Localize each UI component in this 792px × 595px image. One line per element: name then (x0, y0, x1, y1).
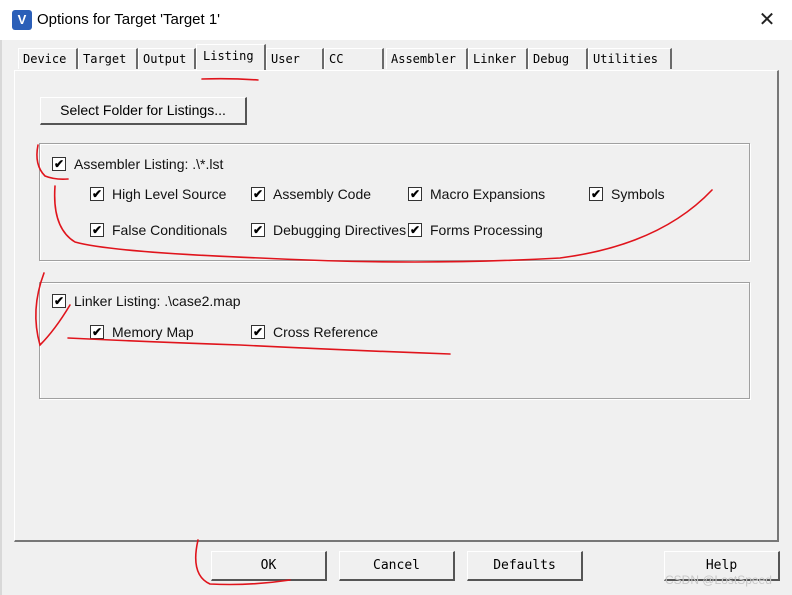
linker-listing-label: Linker Listing: .\case2.map (74, 293, 241, 309)
checkbox-check-icon: ✔ (90, 223, 104, 237)
tab-utilities[interactable]: Utilities (588, 48, 672, 69)
checkbox-check-icon: ✔ (90, 187, 104, 201)
checkbox-check-icon: ✔ (408, 223, 422, 237)
option-label: Memory Map (112, 324, 194, 340)
option-label: Debugging Directives (273, 222, 407, 238)
window-edge (0, 40, 2, 595)
high-level-source-checkbox[interactable]: ✔ High Level Source (90, 185, 226, 203)
option-label: Assembly Code (273, 186, 372, 202)
tab-user[interactable]: User (266, 48, 324, 69)
cross-reference-checkbox[interactable]: ✔ Cross Reference (251, 323, 378, 341)
option-label: Macro Expansions (430, 186, 546, 202)
option-label: False Conditionals (112, 222, 228, 238)
tab-output[interactable]: Output (138, 48, 196, 69)
checkbox-check-icon: ✔ (90, 325, 104, 339)
checkbox-check-icon: ✔ (251, 223, 265, 237)
option-label: Cross Reference (273, 324, 379, 340)
assembler-listing-label: Assembler Listing: .\*.lst (74, 156, 224, 172)
false-conditionals-checkbox[interactable]: ✔ False Conditionals (90, 221, 227, 239)
debugging-directives-checkbox[interactable]: ✔ Debugging Directives (251, 221, 406, 239)
forms-processing-checkbox[interactable]: ✔ Forms Processing (408, 221, 543, 239)
defaults-button[interactable]: Defaults (467, 551, 583, 581)
option-label: Forms Processing (430, 222, 543, 238)
tab-target[interactable]: Target (78, 48, 138, 69)
app-icon: V (12, 10, 32, 30)
checkbox-check-icon: ✔ (408, 187, 422, 201)
assembler-listing-checkbox[interactable]: ✔ Assembler Listing: .\*.lst (52, 155, 223, 173)
title-bar: V Options for Target 'Target 1' ✕ (0, 0, 792, 40)
window-title: Options for Target 'Target 1' (37, 11, 221, 28)
linker-listing-checkbox[interactable]: ✔ Linker Listing: .\case2.map (52, 292, 241, 310)
checkbox-check-icon: ✔ (251, 187, 265, 201)
option-label: High Level Source (112, 186, 227, 202)
close-icon[interactable]: ✕ (752, 6, 782, 34)
symbols-checkbox[interactable]: ✔ Symbols (589, 185, 665, 203)
checkbox-check-icon: ✔ (52, 157, 66, 171)
option-label: Symbols (611, 186, 665, 202)
tab-listing[interactable]: Listing (196, 44, 266, 70)
tab-cc[interactable]: CC (324, 48, 384, 69)
checkbox-check-icon: ✔ (251, 325, 265, 339)
cancel-button[interactable]: Cancel (339, 551, 455, 581)
memory-map-checkbox[interactable]: ✔ Memory Map (90, 323, 194, 341)
macro-expansions-checkbox[interactable]: ✔ Macro Expansions (408, 185, 545, 203)
checkbox-check-icon: ✔ (52, 294, 66, 308)
tab-device[interactable]: Device (18, 48, 78, 69)
watermark: CSDN @LostSpeed (665, 573, 772, 587)
assembly-code-checkbox[interactable]: ✔ Assembly Code (251, 185, 371, 203)
checkbox-check-icon: ✔ (589, 187, 603, 201)
tab-debug[interactable]: Debug (528, 48, 588, 69)
tab-assembler[interactable]: Assembler (386, 48, 468, 69)
ok-button[interactable]: OK (211, 551, 327, 581)
select-folder-button[interactable]: Select Folder for Listings... (40, 97, 247, 125)
tab-linker[interactable]: Linker (468, 48, 528, 69)
